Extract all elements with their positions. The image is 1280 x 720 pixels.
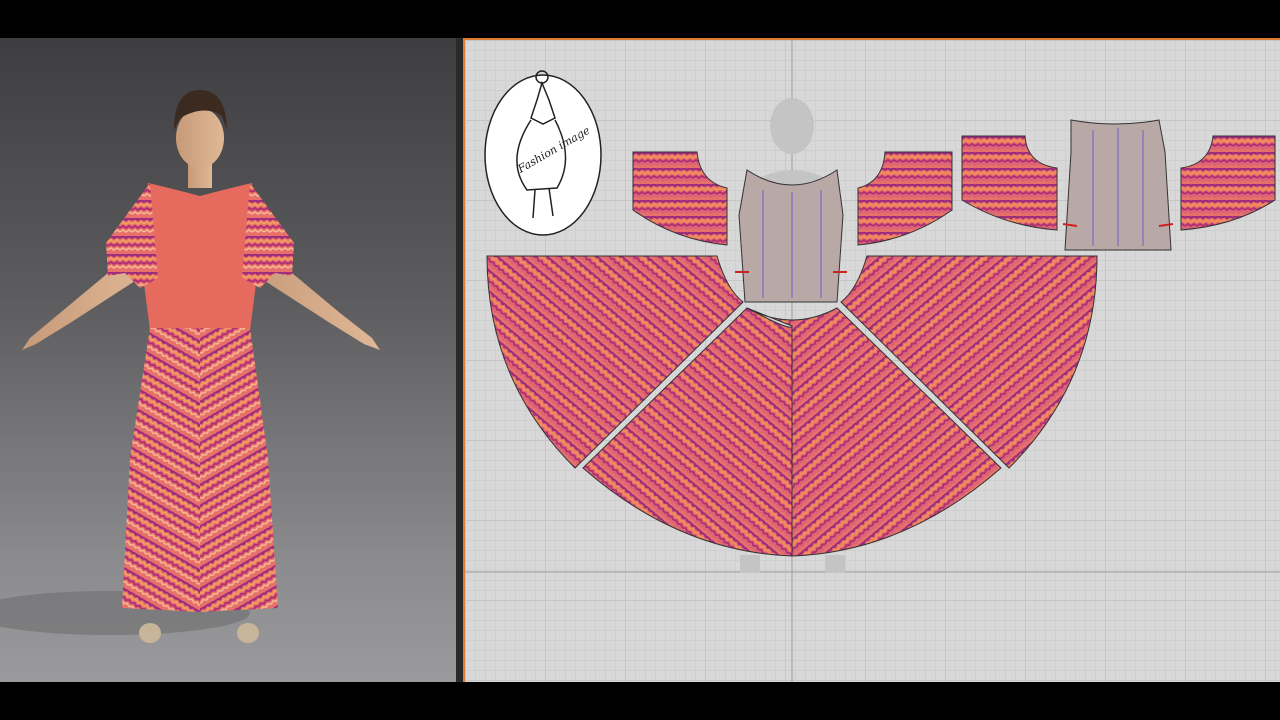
top-letterbox (0, 0, 1280, 38)
avatar-bodice (142, 183, 258, 330)
pattern-piece-bodice-front[interactable] (735, 169, 847, 303)
viewport-divider[interactable] (456, 38, 463, 682)
pattern-piece-left-sleeve-front[interactable] (632, 151, 728, 246)
pattern-piece-right-sleeve-back[interactable] (1180, 135, 1276, 231)
pattern-piece-left-sleeve-back[interactable] (961, 135, 1058, 231)
3d-viewport[interactable] (0, 38, 456, 682)
avatar-left-sleeve (106, 183, 158, 288)
avatar-right-sleeve (242, 183, 294, 288)
brand-logo: Fashion image (484, 70, 602, 236)
pattern-piece-right-sleeve-front[interactable] (857, 151, 953, 246)
2d-pattern-viewport[interactable]: Fashion image (463, 38, 1280, 682)
avatar-head (174, 90, 227, 188)
bottom-letterbox (0, 682, 1280, 720)
pattern-piece-bodice-back[interactable] (1062, 119, 1174, 251)
avatar-skirt (122, 328, 278, 612)
